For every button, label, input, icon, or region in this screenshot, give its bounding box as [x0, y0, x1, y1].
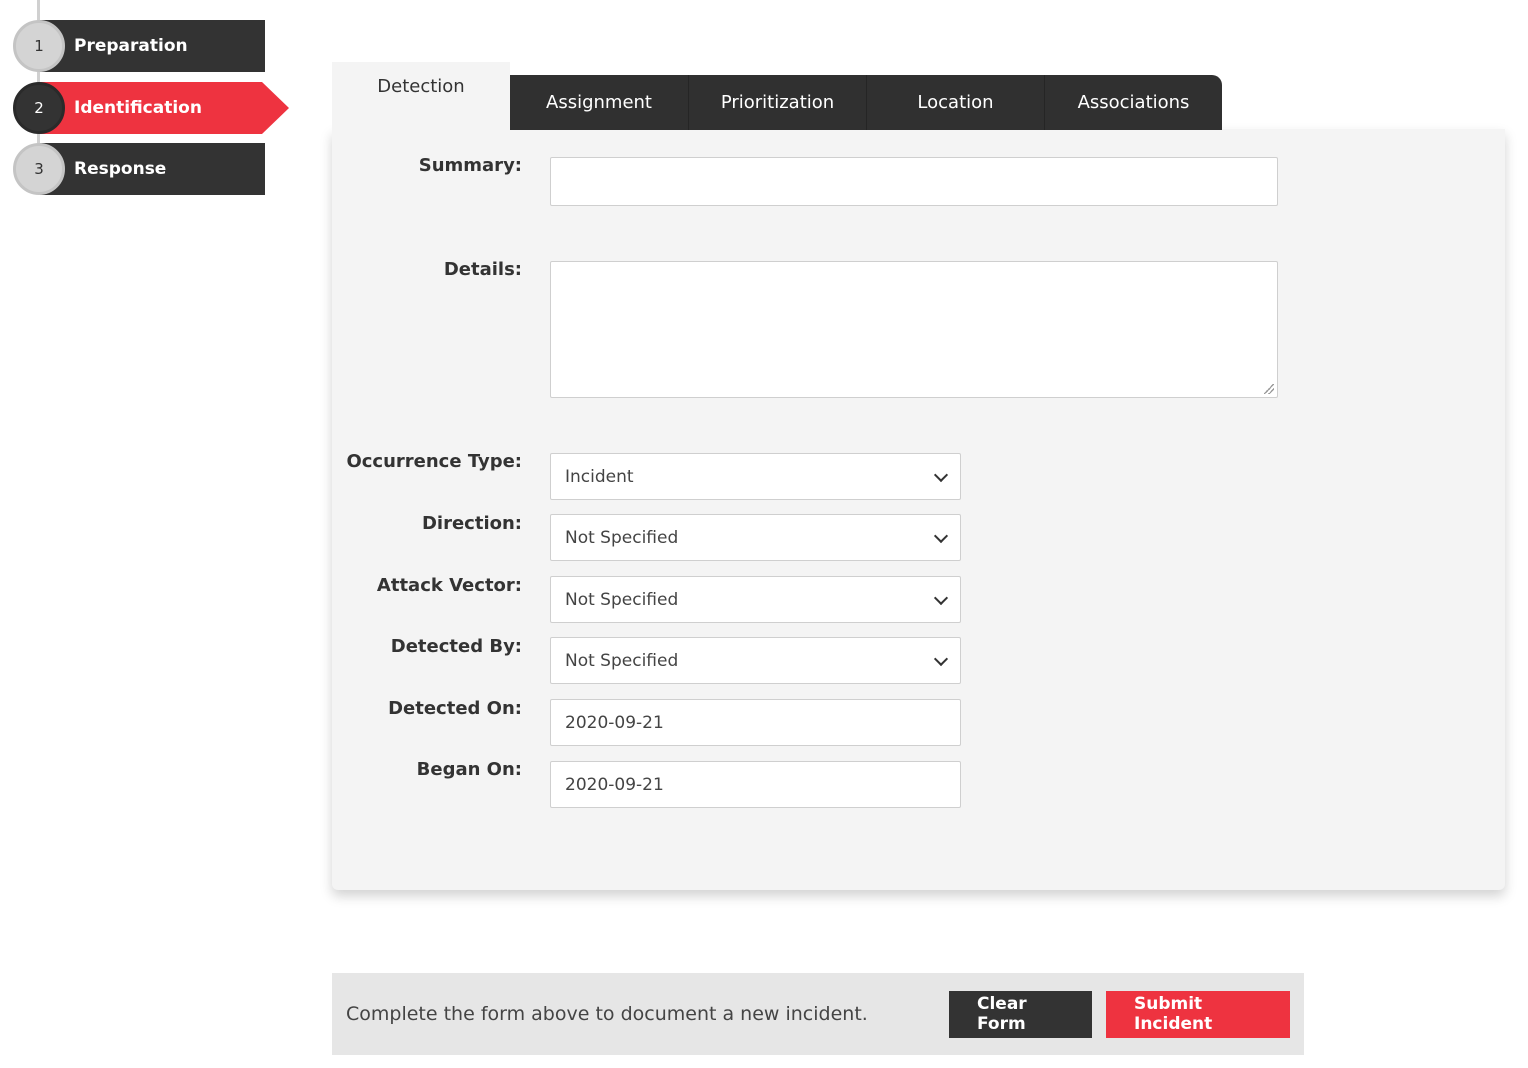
submit-incident-button[interactable]: Submit Incident: [1106, 990, 1290, 1038]
detected-by-select[interactable]: Not Specified: [550, 637, 961, 684]
attack-vector-value: Not Specified: [565, 589, 679, 610]
step-preparation[interactable]: Preparation: [40, 20, 265, 72]
form-footer: Complete the form above to document a ne…: [332, 973, 1304, 1055]
attack-vector-label: Attack Vector:: [376, 575, 522, 596]
occurrence-type-label: Occurrence Type:: [346, 451, 522, 472]
direction-value: Not Specified: [565, 527, 679, 548]
summary-label: Summary:: [418, 155, 522, 176]
form-panel: Summary: Details: Occurrence Type: Incid…: [332, 129, 1505, 890]
step-response[interactable]: Response: [40, 143, 265, 195]
detected-by-value: Not Specified: [565, 650, 679, 671]
step-number-badge: 1: [13, 20, 65, 72]
tab-location[interactable]: Location: [866, 75, 1044, 130]
attack-vector-select[interactable]: Not Specified: [550, 576, 961, 623]
summary-input[interactable]: [550, 157, 1278, 206]
chevron-down-icon: [933, 467, 949, 483]
occurrence-type-select[interactable]: Incident: [550, 453, 961, 500]
step-number-badge: 2: [13, 82, 65, 134]
occurrence-type-value: Incident: [565, 466, 634, 487]
tab-prioritization[interactable]: Prioritization: [688, 75, 866, 130]
step-number-badge: 3: [13, 143, 65, 195]
began-on-label: Began On:: [416, 759, 522, 780]
resize-grip-icon[interactable]: [1264, 384, 1274, 394]
chevron-down-icon: [933, 590, 949, 606]
tab-strip: Assignment Prioritization Location Assoc…: [510, 75, 1222, 130]
detected-by-label: Detected By:: [390, 636, 522, 657]
tab-assignment[interactable]: Assignment: [510, 75, 688, 130]
details-textarea[interactable]: [550, 261, 1278, 398]
step-label: Preparation: [74, 36, 188, 56]
began-on-input[interactable]: 2020-09-21: [550, 761, 961, 808]
details-label: Details:: [443, 259, 522, 280]
chevron-down-icon: [933, 651, 949, 667]
direction-select[interactable]: Not Specified: [550, 514, 961, 561]
tab-bar: Detection Assignment Prioritization Loca…: [332, 62, 1222, 130]
chevron-down-icon: [933, 528, 949, 544]
step-identification[interactable]: Identification: [40, 82, 289, 134]
direction-label: Direction:: [421, 513, 522, 534]
detected-on-value: 2020-09-21: [565, 712, 664, 733]
tab-associations[interactable]: Associations: [1044, 75, 1222, 130]
footer-message: Complete the form above to document a ne…: [346, 1003, 868, 1025]
detected-on-input[interactable]: 2020-09-21: [550, 699, 961, 746]
clear-form-button[interactable]: Clear Form: [949, 990, 1092, 1038]
detected-on-label: Detected On:: [388, 698, 522, 719]
tab-panel-join: [332, 125, 510, 135]
began-on-value: 2020-09-21: [565, 774, 664, 795]
step-label: Identification: [74, 98, 202, 118]
tab-detection[interactable]: Detection: [332, 62, 510, 130]
step-label: Response: [74, 159, 167, 179]
